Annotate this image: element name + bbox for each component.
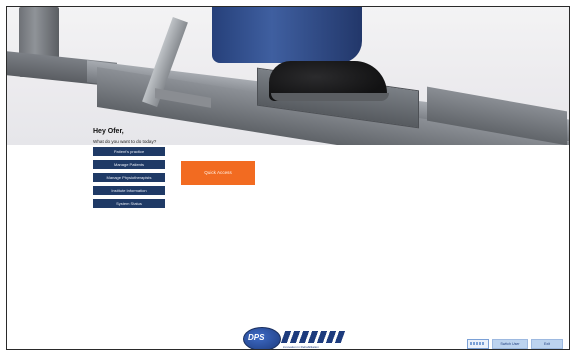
switch-user-button[interactable]: Switch User xyxy=(492,339,528,349)
institute-information-button[interactable]: Institute Information xyxy=(93,186,165,195)
question-text: What do you want to do today? xyxy=(93,139,157,144)
person-legs xyxy=(212,7,362,63)
main-menu: Patient's practice Manage Patients Manag… xyxy=(93,147,165,212)
quick-access-button[interactable]: Quick Access xyxy=(181,161,255,185)
manage-physiotherapists-button[interactable]: Manage Physiotherapists xyxy=(93,173,165,182)
app-window: Hey Ofer, What do you want to do today? … xyxy=(6,6,570,350)
greeting: Hey Ofer, xyxy=(93,128,124,135)
system-status-button[interactable]: System Status xyxy=(93,199,165,208)
company-logo: DPS innovation in Rehabilitation xyxy=(243,325,355,349)
logo-mark: DPS xyxy=(248,333,265,342)
hero-image xyxy=(7,7,569,145)
shoe-sole xyxy=(271,93,389,101)
keyboard-icon[interactable] xyxy=(467,339,489,349)
patients-practice-button[interactable]: Patient's practice xyxy=(93,147,165,156)
exit-button[interactable]: Exit xyxy=(531,339,563,349)
logo-tagline: innovation in Rehabilitation xyxy=(283,345,319,349)
manage-patients-button[interactable]: Manage Patients xyxy=(93,160,165,169)
logo-stripes xyxy=(280,331,346,343)
